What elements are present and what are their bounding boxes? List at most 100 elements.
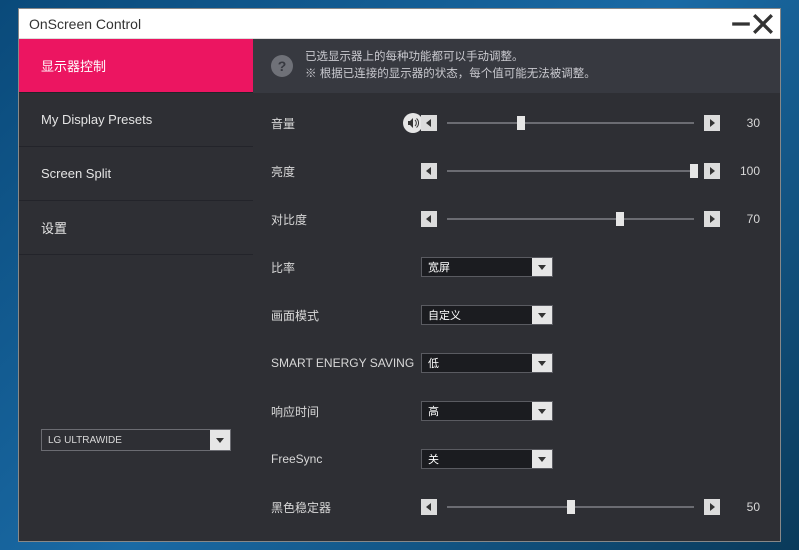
row-label: 黑色稳定器 <box>253 499 421 516</box>
row-black-stabilizer: 黑色稳定器 50 <box>253 483 760 531</box>
row-contrast: 对比度 70 <box>253 195 760 243</box>
decrement-button[interactable] <box>421 115 437 131</box>
minimize-button[interactable] <box>730 13 752 35</box>
label-text: 黑色稳定器 <box>271 499 331 516</box>
sidebar-item-label: My Display Presets <box>41 112 152 127</box>
label-text: 响应时间 <box>271 403 319 420</box>
speaker-icon[interactable] <box>403 113 423 133</box>
row-energy-saving: SMART ENERGY SAVING 低 <box>253 339 760 387</box>
slider-thumb[interactable] <box>567 500 575 514</box>
row-picture-mode: 画面模式 自定义 <box>253 291 760 339</box>
slider-control: 70 <box>421 211 760 227</box>
slider-control: 50 <box>421 499 760 515</box>
picture-select[interactable]: 自定义 <box>421 305 553 325</box>
close-icon <box>752 13 774 35</box>
select-value: 高 <box>428 403 439 419</box>
device-select-value: LG ULTRAWIDE <box>48 435 122 446</box>
chevron-down-icon <box>532 354 552 372</box>
blackstab-slider[interactable] <box>447 506 694 508</box>
sidebar-item-label: Screen Split <box>41 166 111 181</box>
row-label: 响应时间 <box>253 403 421 420</box>
sidebar-item-settings[interactable]: 设置 <box>19 201 253 255</box>
info-line1: 已选显示器上的每种功能都可以手动调整。 <box>305 49 596 66</box>
row-response-time: 响应时间 高 <box>253 387 760 435</box>
info-bar: ? 已选显示器上的每种功能都可以手动调整。 ※ 根据已连接的显示器的状态，每个值… <box>253 39 780 93</box>
row-label: FreeSync <box>253 452 421 466</box>
app-body: 显示器控制 My Display Presets Screen Split 设置… <box>19 39 780 541</box>
slider-value: 30 <box>730 116 760 130</box>
chevron-down-icon <box>532 258 552 276</box>
slider-control: 100 <box>421 163 760 179</box>
sidebar-item-label: 显示器控制 <box>41 56 106 75</box>
response-select[interactable]: 高 <box>421 401 553 421</box>
sidebar-item-display-control[interactable]: 显示器控制 <box>19 39 253 93</box>
row-ratio: 比率 宽屏 <box>253 243 760 291</box>
slider-value: 70 <box>730 212 760 226</box>
label-text: 对比度 <box>271 211 307 228</box>
row-volume: 音量 30 <box>253 99 760 147</box>
dropdown-control: 关 <box>421 449 760 469</box>
dropdown-control: 自定义 <box>421 305 760 325</box>
info-text: 已选显示器上的每种功能都可以手动调整。 ※ 根据已连接的显示器的状态，每个值可能… <box>305 49 596 84</box>
label-text: FreeSync <box>271 452 322 466</box>
select-value: 低 <box>428 355 439 371</box>
select-value: 自定义 <box>428 307 461 323</box>
ratio-select[interactable]: 宽屏 <box>421 257 553 277</box>
window-title: OnScreen Control <box>29 16 730 32</box>
row-label: SMART ENERGY SAVING <box>253 356 421 370</box>
chevron-down-icon <box>532 306 552 324</box>
sidebar-item-label: 设置 <box>41 218 67 237</box>
decrement-button[interactable] <box>421 163 437 179</box>
contrast-slider[interactable] <box>447 218 694 220</box>
row-label: 亮度 <box>253 163 421 180</box>
label-text: SMART ENERGY SAVING <box>271 356 414 370</box>
device-select[interactable]: LG ULTRAWIDE <box>41 429 231 451</box>
decrement-button[interactable] <box>421 211 437 227</box>
close-button[interactable] <box>752 13 774 35</box>
device-select-row: LG ULTRAWIDE <box>19 415 253 541</box>
slider-control: 30 <box>421 115 760 131</box>
select-value: 关 <box>428 451 439 467</box>
minimize-icon <box>730 13 752 35</box>
increment-button[interactable] <box>704 211 720 227</box>
freesync-select[interactable]: 关 <box>421 449 553 469</box>
increment-button[interactable] <box>704 163 720 179</box>
main-panel: ? 已选显示器上的每种功能都可以手动调整。 ※ 根据已连接的显示器的状态，每个值… <box>253 39 780 541</box>
label-text: 画面模式 <box>271 307 319 324</box>
sidebar-item-presets[interactable]: My Display Presets <box>19 93 253 147</box>
label-text: 音量 <box>271 115 295 132</box>
chevron-down-icon <box>532 402 552 420</box>
row-freesync: FreeSync 关 <box>253 435 760 483</box>
chevron-down-icon <box>532 450 552 468</box>
settings-rows: 音量 30 亮度 <box>253 93 780 541</box>
volume-slider[interactable] <box>447 122 694 124</box>
dropdown-control: 低 <box>421 353 760 373</box>
info-line2: ※ 根据已连接的显示器的状态，每个值可能无法被调整。 <box>305 66 596 83</box>
row-label: 对比度 <box>253 211 421 228</box>
slider-value: 100 <box>730 164 760 178</box>
brightness-slider[interactable] <box>447 170 694 172</box>
slider-thumb[interactable] <box>616 212 624 226</box>
increment-button[interactable] <box>704 499 720 515</box>
slider-thumb[interactable] <box>690 164 698 178</box>
app-window: OnScreen Control 显示器控制 My Display Preset… <box>18 8 781 542</box>
sidebar: 显示器控制 My Display Presets Screen Split 设置… <box>19 39 253 541</box>
help-icon: ? <box>271 55 293 77</box>
label-text: 亮度 <box>271 163 295 180</box>
titlebar: OnScreen Control <box>19 9 780 39</box>
chevron-down-icon <box>210 430 230 450</box>
dropdown-control: 高 <box>421 401 760 421</box>
slider-value: 50 <box>730 500 760 514</box>
energy-select[interactable]: 低 <box>421 353 553 373</box>
row-label: 比率 <box>253 259 421 276</box>
select-value: 宽屏 <box>428 259 450 275</box>
row-label: 画面模式 <box>253 307 421 324</box>
increment-button[interactable] <box>704 115 720 131</box>
row-brightness: 亮度 100 <box>253 147 760 195</box>
dropdown-control: 宽屏 <box>421 257 760 277</box>
label-text: 比率 <box>271 259 295 276</box>
row-label: 音量 <box>253 113 421 133</box>
slider-thumb[interactable] <box>517 116 525 130</box>
decrement-button[interactable] <box>421 499 437 515</box>
sidebar-item-screen-split[interactable]: Screen Split <box>19 147 253 201</box>
